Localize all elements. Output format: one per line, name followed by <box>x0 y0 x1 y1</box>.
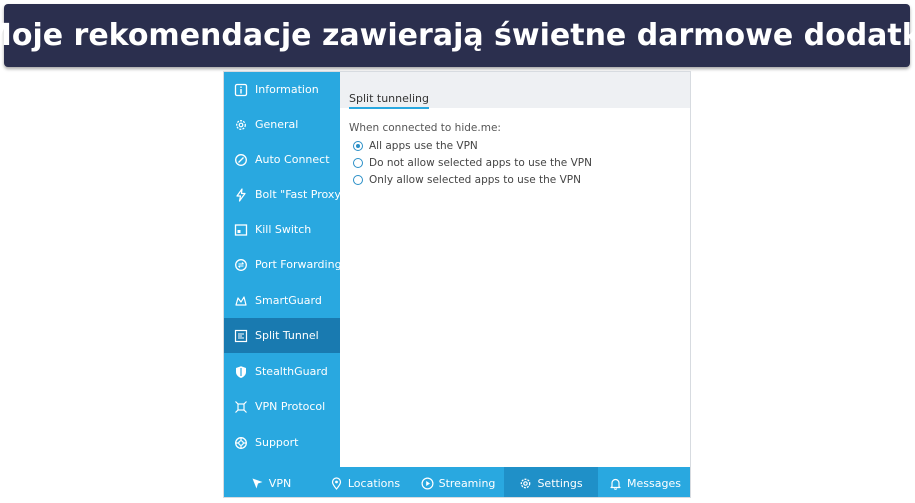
sidebar-item-smartguard[interactable]: SmartGuard <box>224 283 340 318</box>
protocol-icon <box>234 400 248 414</box>
lifebuoy-icon <box>234 436 248 450</box>
radio-button[interactable] <box>353 158 363 168</box>
tab-split-tunneling[interactable]: Split tunneling <box>349 92 429 109</box>
play-icon <box>421 476 434 490</box>
split-tunnel-panel: Split tunneling When connected to hide.m… <box>340 72 690 467</box>
sidebar-item-label: VPN Protocol <box>255 400 326 413</box>
nav-label: Settings <box>537 476 583 490</box>
sidebar-item-general[interactable]: General <box>224 107 340 142</box>
sidebar-item-kill-switch[interactable]: Kill Switch <box>224 212 340 247</box>
nav-vpn[interactable]: VPN <box>224 467 318 497</box>
when-connected-label: When connected to hide.me: <box>349 122 501 134</box>
sidebar-item-split-tunnel[interactable]: Split Tunnel <box>224 318 340 353</box>
info-icon <box>234 83 248 97</box>
gear-icon <box>234 118 248 132</box>
radio-do-not-allow[interactable]: Do not allow selected apps to use the VP… <box>353 157 592 169</box>
sidebar-item-bolt[interactable]: Bolt "Fast Proxy" <box>224 177 346 212</box>
kill-switch-icon <box>234 223 248 237</box>
screenshot-root: Moje rekomendacje zawierają świetne darm… <box>0 0 915 503</box>
sidebar-item-port-forwarding[interactable]: Port Forwarding <box>224 247 342 282</box>
vpn-icon <box>251 477 264 490</box>
radio-button[interactable] <box>353 175 363 185</box>
nav-label: Streaming <box>438 476 496 490</box>
radio-label: Only allow selected apps to use the VPN <box>369 174 581 186</box>
location-pin-icon <box>330 476 343 490</box>
radio-label: Do not allow selected apps to use the VP… <box>369 157 592 169</box>
radio-all-apps[interactable]: All apps use the VPN <box>353 140 478 152</box>
nav-settings[interactable]: Settings <box>504 467 598 497</box>
port-forwarding-icon <box>234 258 248 272</box>
nav-label: Messages <box>627 476 681 490</box>
sidebar-item-label: StealthGuard <box>255 365 328 378</box>
sidebar-item-label: Information <box>255 83 319 96</box>
bell-icon <box>609 477 622 490</box>
banner-text: Moje rekomendacje zawierają świetne darm… <box>0 18 915 53</box>
radio-button-selected[interactable] <box>353 141 363 151</box>
nav-messages[interactable]: Messages <box>598 467 690 497</box>
bottom-nav: VPN Locations Streaming Settings Message… <box>224 467 690 497</box>
sidebar-item-label: SmartGuard <box>255 294 322 307</box>
headline-banner: Moje rekomendacje zawierają świetne darm… <box>0 4 915 67</box>
nav-label: VPN <box>268 476 292 490</box>
smartguard-icon <box>234 294 248 308</box>
sidebar-item-label: Support <box>255 436 299 449</box>
radio-label: All apps use the VPN <box>369 140 478 152</box>
nav-locations[interactable]: Locations <box>318 467 412 497</box>
sidebar-item-label: Split Tunnel <box>255 329 319 342</box>
app-window: Information General Auto Connect Bolt "F… <box>223 71 691 498</box>
sidebar-item-label: Auto Connect <box>255 153 330 166</box>
sidebar-item-label: Port Forwarding <box>255 258 342 271</box>
sidebar-item-support[interactable]: Support <box>224 425 340 460</box>
radio-only-allow[interactable]: Only allow selected apps to use the VPN <box>353 174 581 186</box>
nav-streaming[interactable]: Streaming <box>412 467 504 497</box>
gear-icon <box>519 477 532 490</box>
nav-label: Locations <box>347 476 401 490</box>
link-icon <box>234 153 248 167</box>
sidebar-item-auto-connect[interactable]: Auto Connect <box>224 142 340 177</box>
sidebar-item-label: Kill Switch <box>255 223 312 236</box>
shield-icon <box>234 365 248 379</box>
sidebar-item-information[interactable]: Information <box>224 72 340 107</box>
bolt-icon <box>234 187 248 202</box>
sidebar-item-vpn-protocol[interactable]: VPN Protocol <box>224 389 340 424</box>
settings-sidebar: Information General Auto Connect Bolt "F… <box>224 72 346 467</box>
sidebar-item-label: General <box>255 118 299 131</box>
sidebar-item-label: Bolt "Fast Proxy" <box>255 188 346 201</box>
sidebar-item-stealthguard[interactable]: StealthGuard <box>224 354 340 389</box>
split-tunnel-icon <box>234 329 248 343</box>
